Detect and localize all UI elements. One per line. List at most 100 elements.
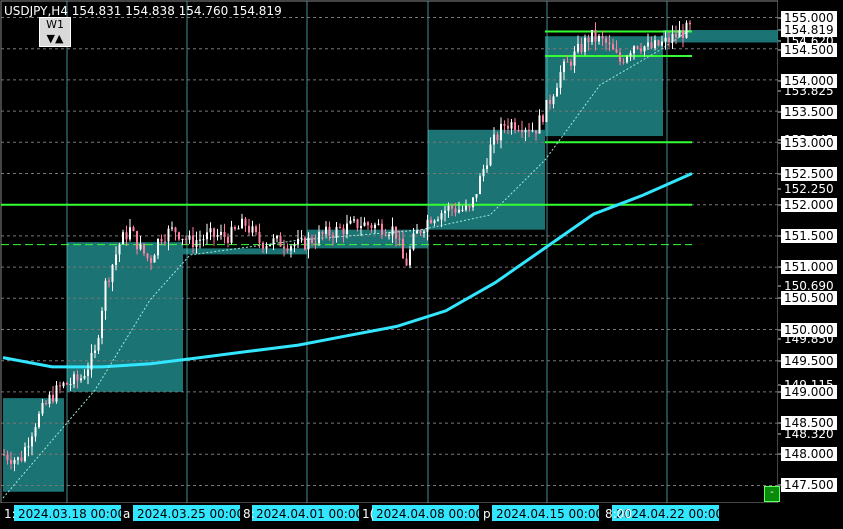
candle-body <box>682 30 684 39</box>
candle-body <box>594 30 597 42</box>
candle-body <box>514 122 516 130</box>
candle-body <box>423 231 425 234</box>
candle-body <box>388 234 390 236</box>
price-chart[interactable]: 155.000154.819154.620154.500154.000153.8… <box>0 0 843 525</box>
candle-body <box>13 459 16 464</box>
candle-body <box>101 310 103 338</box>
candle-body <box>157 238 159 256</box>
weekly-box <box>428 129 545 230</box>
candle-body <box>458 209 460 213</box>
candle-body <box>678 30 681 38</box>
candle-body <box>83 376 86 379</box>
candle-body <box>290 246 292 251</box>
candle-body <box>580 43 583 52</box>
candle-body <box>409 249 411 266</box>
candle-body <box>160 238 163 242</box>
candle-body <box>542 115 544 122</box>
candle-body <box>647 42 649 47</box>
candle-body <box>185 238 187 240</box>
candle-body <box>475 194 478 198</box>
timeframe-arrows-icon[interactable]: ▼▲ <box>40 32 70 46</box>
candle-body <box>566 61 569 63</box>
candle-body <box>87 369 89 377</box>
candle-body <box>328 226 331 236</box>
candle-body <box>584 37 586 52</box>
price-axis-label: 151.000 <box>784 260 834 274</box>
candle-body <box>272 238 275 245</box>
candle-body <box>276 235 278 239</box>
candle-body <box>360 225 362 229</box>
price-axis-label: 153.825 <box>784 84 834 98</box>
candle-body <box>447 205 450 211</box>
candle-body <box>188 235 191 240</box>
candle-body <box>234 227 236 229</box>
price-axis-label: 148.320 <box>784 427 834 441</box>
candle-body <box>454 208 457 213</box>
candle-body <box>545 99 548 122</box>
candle-body <box>503 123 506 126</box>
candle-body <box>20 457 23 461</box>
candle-body <box>136 231 138 250</box>
minimize-button[interactable]: - <box>764 486 780 502</box>
price-axis-label: 153.500 <box>784 105 834 119</box>
candle-body <box>80 378 82 381</box>
candle-body <box>493 134 495 145</box>
candle-body <box>601 35 604 39</box>
candle-body <box>461 209 464 211</box>
candle-body <box>395 226 397 239</box>
candle-body <box>94 350 96 353</box>
candle-body <box>164 241 166 243</box>
candle-body <box>430 219 432 224</box>
candle-body <box>489 144 492 166</box>
candle-body <box>297 238 299 245</box>
candle-body <box>577 43 579 52</box>
candle-body <box>230 227 233 243</box>
candle-body <box>339 226 341 228</box>
candle-body <box>482 168 485 177</box>
candle-body <box>622 61 625 63</box>
candle-body <box>321 231 324 234</box>
candle-body <box>59 385 61 387</box>
time-axis-label: 2024.04.22 00:00 <box>616 507 723 521</box>
candle-body <box>598 35 600 42</box>
candle-body <box>353 219 355 221</box>
candle-body <box>174 227 177 233</box>
chart-window[interactable]: 155.000 154.819 154.620 154.500 154.000 153.8… <box>0 0 843 525</box>
price-axis-label: 149.000 <box>784 385 834 399</box>
candle-body <box>332 235 334 238</box>
candle-body <box>356 219 359 229</box>
candle-body <box>304 237 306 250</box>
price-axis-label: 150.500 <box>784 291 834 305</box>
candle-body <box>633 46 635 54</box>
candle-body <box>143 243 145 254</box>
candle-body <box>605 38 607 43</box>
candle-body <box>381 223 383 235</box>
candle-body <box>636 46 639 49</box>
candle-body <box>150 257 152 263</box>
candle-body <box>97 337 100 351</box>
candle-body <box>615 49 618 53</box>
candle-body <box>307 237 310 250</box>
candle-body <box>384 234 387 236</box>
candle-body <box>468 205 471 208</box>
candle-body <box>325 226 327 234</box>
candle-body <box>213 228 215 237</box>
candle-body <box>416 230 418 234</box>
candle-body <box>279 235 282 247</box>
candle-body <box>132 227 135 232</box>
candle-body <box>76 374 79 381</box>
candle-body <box>510 122 513 129</box>
candle-body <box>426 219 429 232</box>
candle-body <box>643 46 646 52</box>
candle-body <box>405 258 408 266</box>
candle-body <box>538 115 541 134</box>
candle-body <box>640 48 642 52</box>
time-axis-label: 2024.03.18 00:00 <box>18 507 125 521</box>
candle-body <box>524 129 527 133</box>
price-axis-label: 149.500 <box>784 354 834 368</box>
candle-body <box>528 129 530 132</box>
candle-body <box>223 231 226 237</box>
time-axis-partial-label: p <box>483 507 491 521</box>
candle-body <box>318 231 320 244</box>
timeframe-badge[interactable]: W1 ▼▲ <box>39 17 71 47</box>
